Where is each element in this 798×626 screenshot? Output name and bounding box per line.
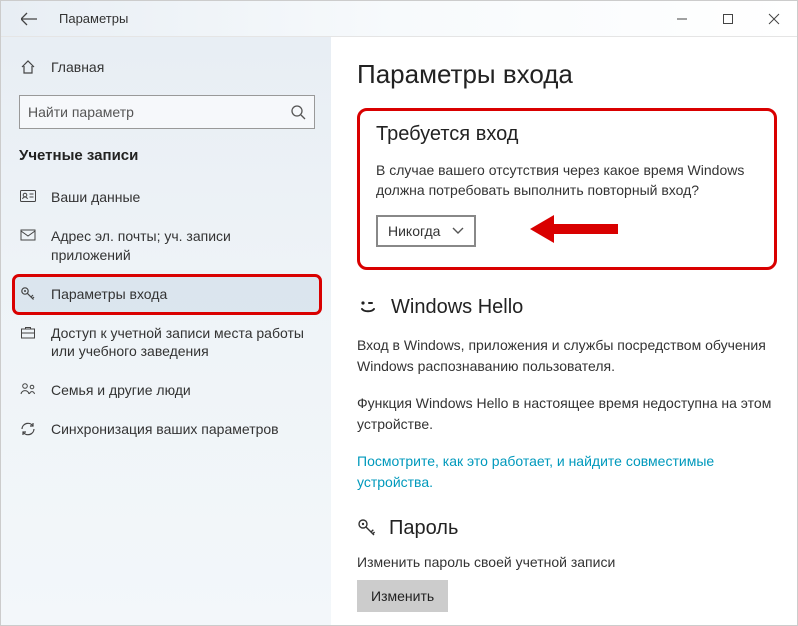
window-body: Главная Учетные записи Ваши данные bbox=[1, 37, 797, 625]
sidebar-item-label: Семья и другие люди bbox=[51, 381, 313, 400]
back-button[interactable] bbox=[15, 11, 43, 27]
key-icon bbox=[19, 286, 37, 302]
people-icon bbox=[19, 382, 37, 396]
window-buttons bbox=[659, 2, 797, 36]
sidebar-item-family[interactable]: Семья и другие люди bbox=[13, 371, 321, 410]
sidebar-item-label: Ваши данные bbox=[51, 188, 313, 207]
sidebar-item-label: Синхронизация ваших параметров bbox=[51, 420, 313, 439]
require-signin-select[interactable]: Никогда bbox=[376, 215, 476, 247]
key-icon bbox=[357, 518, 377, 538]
person-card-icon bbox=[19, 189, 37, 203]
minimize-button[interactable] bbox=[659, 2, 705, 36]
chevron-down-icon bbox=[452, 227, 464, 235]
sidebar-section-title: Учетные записи bbox=[13, 147, 321, 178]
home-label: Главная bbox=[51, 59, 104, 75]
sidebar-item-label: Параметры входа bbox=[51, 285, 313, 304]
wink-icon bbox=[357, 296, 379, 318]
search-input[interactable] bbox=[28, 104, 290, 120]
window-title: Параметры bbox=[59, 11, 128, 26]
home-icon bbox=[19, 59, 37, 75]
sidebar-item-label: Доступ к учетной записи места работы или… bbox=[51, 324, 313, 362]
settings-window: Параметры Главная bbox=[0, 0, 798, 626]
change-password-button[interactable]: Изменить bbox=[357, 580, 448, 612]
sidebar: Главная Учетные записи Ваши данные bbox=[1, 37, 331, 625]
windows-hello-link[interactable]: Посмотрите, как это работает, и найдите … bbox=[357, 453, 714, 490]
windows-hello-desc1: Вход в Windows, приложения и службы поср… bbox=[357, 335, 777, 377]
sidebar-item-your-info[interactable]: Ваши данные bbox=[13, 178, 321, 217]
page-title: Параметры входа bbox=[357, 59, 777, 90]
search-icon bbox=[290, 104, 306, 120]
content-area: Параметры входа Требуется вход В случае … bbox=[331, 37, 797, 625]
password-label: Пароль bbox=[389, 517, 458, 540]
sidebar-item-signin-options[interactable]: Параметры входа bbox=[13, 275, 321, 314]
windows-hello-desc2: Функция Windows Hello в настоящее время … bbox=[357, 393, 777, 435]
require-signin-text: В случае вашего отсутствия через какое в… bbox=[376, 160, 758, 201]
sidebar-item-email-accounts[interactable]: Адрес эл. почты; уч. записи приложений bbox=[13, 217, 321, 275]
windows-hello-label: Windows Hello bbox=[391, 296, 523, 319]
search-box[interactable] bbox=[19, 95, 315, 129]
windows-hello-section: Windows Hello Вход в Windows, приложения… bbox=[357, 296, 777, 493]
maximize-button[interactable] bbox=[705, 2, 751, 36]
windows-hello-heading: Windows Hello bbox=[357, 296, 777, 319]
password-text: Изменить пароль своей учетной записи bbox=[357, 554, 777, 570]
require-signin-panel: Требуется вход В случае вашего отсутстви… bbox=[357, 108, 777, 270]
sidebar-nav: Ваши данные Адрес эл. почты; уч. записи … bbox=[13, 178, 321, 449]
password-section: Пароль Изменить пароль своей учетной зап… bbox=[357, 517, 777, 612]
home-nav[interactable]: Главная bbox=[13, 55, 321, 89]
sync-icon bbox=[19, 421, 37, 437]
require-signin-heading: Требуется вход bbox=[376, 123, 758, 146]
sidebar-item-work-access[interactable]: Доступ к учетной записи места работы или… bbox=[13, 314, 321, 372]
select-value: Никогда bbox=[388, 223, 440, 239]
sidebar-item-sync[interactable]: Синхронизация ваших параметров bbox=[13, 410, 321, 449]
close-button[interactable] bbox=[751, 2, 797, 36]
sidebar-item-label: Адрес эл. почты; уч. записи приложений bbox=[51, 227, 313, 265]
annotation-arrow bbox=[530, 211, 620, 247]
titlebar: Параметры bbox=[1, 1, 797, 37]
briefcase-icon bbox=[19, 325, 37, 339]
password-heading: Пароль bbox=[357, 517, 777, 540]
email-icon bbox=[19, 228, 37, 242]
